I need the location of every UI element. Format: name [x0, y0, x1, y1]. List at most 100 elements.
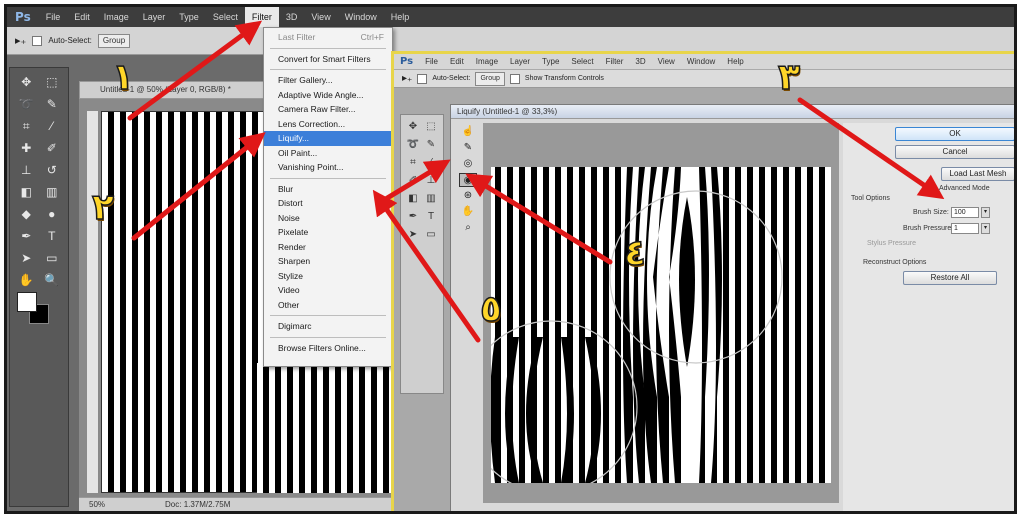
pucker-icon[interactable]: ⊛: [459, 189, 477, 203]
forward-warp-icon[interactable]: ☝: [459, 125, 477, 139]
brush-size-dropdown[interactable]: ▾: [981, 207, 990, 218]
stylus-pressure-checkbox[interactable]: Stylus Pressure: [867, 240, 916, 247]
eraser-icon[interactable]: ◧: [404, 190, 422, 208]
menu-3d[interactable]: 3D: [629, 57, 651, 66]
menu-type[interactable]: Type: [536, 57, 565, 66]
menu-image[interactable]: Image: [470, 57, 504, 66]
menu-3d[interactable]: 3D: [279, 7, 305, 27]
liquify-preview[interactable]: [483, 123, 839, 503]
move-icon[interactable]: ✥: [14, 72, 39, 93]
stamp-icon[interactable]: ⊥: [14, 160, 39, 181]
group-select[interactable]: Group: [475, 71, 505, 86]
dodge-icon[interactable]: ●: [40, 204, 65, 225]
menu-item-oil-paint[interactable]: Oil Paint...: [264, 146, 392, 161]
pen-icon[interactable]: ✒: [404, 208, 422, 226]
twirl-icon[interactable]: ◎: [459, 157, 477, 171]
menu-image[interactable]: Image: [97, 7, 136, 27]
menu-item-vanishing-point[interactable]: Vanishing Point...: [264, 160, 392, 175]
menu-layer[interactable]: Layer: [504, 57, 536, 66]
brush-pressure-input[interactable]: 1: [951, 223, 979, 234]
menu-item-other[interactable]: Other: [264, 298, 392, 313]
brush-size-input[interactable]: 100: [951, 207, 979, 218]
brush-icon[interactable]: ✐: [40, 138, 65, 159]
menu-select[interactable]: Select: [565, 57, 599, 66]
menu-item-browse-filters-online[interactable]: Browse Filters Online...: [264, 341, 392, 356]
cancel-button[interactable]: Cancel: [895, 145, 1014, 159]
menu-file[interactable]: File: [419, 57, 444, 66]
stamp-icon[interactable]: ⊥: [422, 172, 440, 190]
load-last-mesh-button[interactable]: Load Last Mesh: [941, 167, 1014, 181]
quick-select-icon[interactable]: ✎: [422, 136, 440, 154]
menu-item-adaptive-wide-angle[interactable]: Adaptive Wide Angle...: [264, 88, 392, 103]
menu-view[interactable]: View: [304, 7, 337, 27]
menu-window[interactable]: Window: [338, 7, 384, 27]
menu-edit[interactable]: Edit: [444, 57, 470, 66]
pen-icon[interactable]: ✒: [14, 226, 39, 247]
shape-icon[interactable]: ▭: [40, 248, 65, 269]
menu-item-filter-gallery[interactable]: Filter Gallery...: [264, 73, 392, 88]
reconstruct-icon[interactable]: ✎: [459, 141, 477, 155]
foreground-color-swatch[interactable]: [17, 292, 37, 312]
marquee-icon[interactable]: ⬚: [422, 118, 440, 136]
lasso-icon[interactable]: ➰: [404, 136, 422, 154]
lasso-icon[interactable]: ➰: [14, 94, 39, 115]
menu-window[interactable]: Window: [681, 57, 721, 66]
hand-icon[interactable]: ✋: [459, 205, 477, 219]
menu-item-convert-smart-filters[interactable]: Convert for Smart Filters: [264, 52, 392, 67]
gradient-icon[interactable]: ▥: [422, 190, 440, 208]
eyedropper-icon[interactable]: ⁄: [40, 116, 65, 137]
zoom-readout[interactable]: 50%: [89, 498, 105, 511]
menu-item-distort[interactable]: Distort: [264, 196, 392, 211]
menu-filter[interactable]: Filter: [244, 7, 279, 27]
type-icon[interactable]: T: [40, 226, 65, 247]
menu-item-camera-raw[interactable]: Camera Raw Filter...: [264, 102, 392, 117]
menu-help[interactable]: Help: [721, 57, 749, 66]
menu-item-liquify[interactable]: Liquify...: [264, 131, 392, 146]
restore-all-button[interactable]: Restore All: [903, 271, 997, 285]
menu-edit[interactable]: Edit: [67, 7, 97, 27]
crop-icon[interactable]: ⌗: [404, 154, 422, 172]
menu-layer[interactable]: Layer: [136, 7, 173, 27]
menu-item-video[interactable]: Video: [264, 283, 392, 298]
auto-select-checkbox[interactable]: [417, 73, 428, 84]
path-select-icon[interactable]: ➤: [404, 226, 422, 244]
menu-filter[interactable]: Filter: [600, 57, 630, 66]
warped-stripes-image[interactable]: [491, 167, 831, 483]
menu-item-noise[interactable]: Noise: [264, 211, 392, 226]
advanced-mode-checkbox[interactable]: Advanced Mode: [939, 185, 990, 192]
menu-select[interactable]: Select: [206, 7, 245, 27]
move-tool-icon[interactable]: ▸₊: [402, 73, 412, 84]
move-tool-icon[interactable]: ▸₊: [15, 34, 26, 47]
menu-item-pixelate[interactable]: Pixelate: [264, 225, 392, 240]
menu-item-digimarc[interactable]: Digimarc: [264, 319, 392, 334]
history-brush-icon[interactable]: ↺: [40, 160, 65, 181]
type-icon[interactable]: T: [422, 208, 440, 226]
path-select-icon[interactable]: ➤: [14, 248, 39, 269]
crop-icon[interactable]: ⌗: [14, 116, 39, 137]
healing-icon[interactable]: ✚: [14, 138, 39, 159]
ok-button[interactable]: OK: [895, 127, 1014, 141]
brush-pressure-dropdown[interactable]: ▾: [981, 223, 990, 234]
menu-view[interactable]: View: [652, 57, 681, 66]
menu-item-last-filter[interactable]: Last Filter Ctrl+F: [264, 30, 392, 45]
menu-help[interactable]: Help: [384, 7, 417, 27]
menu-item-sharpen[interactable]: Sharpen: [264, 254, 392, 269]
zoom-icon[interactable]: ⌕: [459, 221, 477, 235]
quick-select-icon[interactable]: ✎: [40, 94, 65, 115]
move-icon[interactable]: ✥: [404, 118, 422, 136]
transform-controls-checkbox[interactable]: [509, 73, 520, 84]
menu-file[interactable]: File: [39, 7, 68, 27]
menu-type[interactable]: Type: [172, 7, 206, 27]
hand-icon[interactable]: ✋: [14, 270, 39, 291]
shape-icon[interactable]: ▭: [422, 226, 440, 244]
group-select[interactable]: Group: [97, 33, 131, 48]
menu-item-lens-correction[interactable]: Lens Correction...: [264, 117, 392, 132]
menu-item-blur[interactable]: Blur: [264, 182, 392, 197]
brush-icon[interactable]: ✐: [404, 172, 422, 190]
eyedropper-icon[interactable]: ⁄: [422, 154, 440, 172]
auto-select-checkbox[interactable]: [32, 35, 43, 46]
menu-item-render[interactable]: Render: [264, 240, 392, 255]
blur-icon[interactable]: ◆: [14, 204, 39, 225]
marquee-icon[interactable]: ⬚: [40, 72, 65, 93]
menu-item-stylize[interactable]: Stylize: [264, 269, 392, 284]
